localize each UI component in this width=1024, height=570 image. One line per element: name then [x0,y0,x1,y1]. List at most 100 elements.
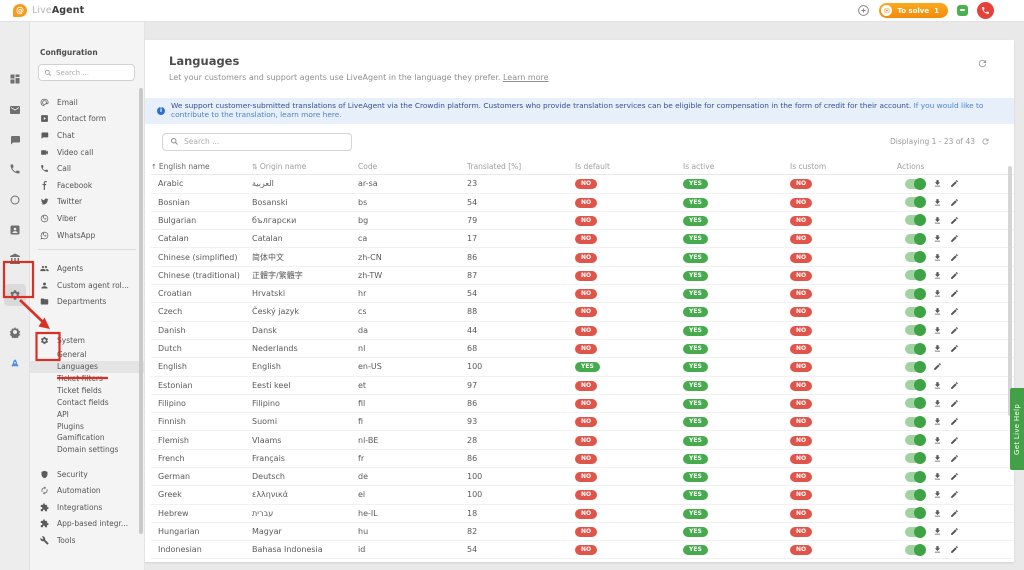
sidebar-item-contact-form[interactable]: Contact form [30,111,144,128]
rail-item-configuration[interactable] [4,284,26,306]
download-icon[interactable] [933,271,942,280]
edit-icon[interactable] [950,436,959,445]
edit-icon[interactable] [950,179,959,188]
edit-icon[interactable] [950,472,959,481]
rail-item-getting-started[interactable] [4,353,26,375]
sidebar-item-email[interactable]: Email [30,94,144,111]
active-toggle[interactable] [905,435,925,445]
edit-icon[interactable] [950,326,959,335]
edit-icon[interactable] [933,362,942,371]
column-header-is-active[interactable]: Is active [683,158,790,175]
active-toggle[interactable] [905,417,925,427]
download-icon[interactable] [933,417,942,426]
edit-icon[interactable] [950,344,959,353]
download-icon[interactable] [933,344,942,353]
sidebar-item-facebook[interactable]: Facebook [30,177,144,194]
active-toggle[interactable] [905,453,925,463]
sidebar-item-automation[interactable]: Automation [30,482,144,499]
sidebar-item-whatsapp[interactable]: WhatsApp [30,227,144,244]
active-toggle[interactable] [905,270,925,280]
sidebar-item-viber[interactable]: Viber [30,210,144,227]
download-icon[interactable] [933,307,942,316]
download-icon[interactable] [933,326,942,335]
column-header-code[interactable]: Code [358,158,467,175]
active-toggle[interactable] [905,234,925,244]
sidebar-subitem-domain-settings[interactable]: Domain settings [30,444,144,456]
column-header-is-default[interactable]: Is default [575,158,683,175]
rail-item-chats[interactable] [4,129,26,151]
column-header-actions[interactable]: Actions [897,158,1014,175]
column-header-english-name[interactable]: ↑English name [151,158,252,175]
edit-icon[interactable] [950,509,959,518]
active-toggle[interactable] [905,307,925,317]
table-search-input[interactable] [184,137,344,146]
rail-item-customers[interactable] [4,219,26,241]
sidebar-item-video-call[interactable]: Video call [30,144,144,161]
sidebar-subitem-general[interactable]: General [30,349,144,361]
rail-item-reports[interactable] [4,189,26,211]
sidebar-item-twitter[interactable]: Twitter [30,194,144,211]
sidebar-item-chat[interactable]: Chat [30,127,144,144]
active-toggle[interactable] [905,398,925,408]
rail-item-academy[interactable] [4,248,26,270]
download-icon[interactable] [933,527,942,536]
sidebar-subitem-languages[interactable]: Languages [30,361,144,373]
edit-icon[interactable] [950,417,959,426]
active-toggle[interactable] [905,325,925,335]
sidebar-item-tools[interactable]: Tools [30,532,144,549]
active-toggle[interactable] [905,362,925,372]
download-icon[interactable] [933,436,942,445]
sidebar-subitem-contact-fields[interactable]: Contact fields [30,396,144,408]
edit-icon[interactable] [950,253,959,262]
column-header-translated-[interactable]: Translated [%] [467,158,575,175]
active-toggle[interactable] [905,344,925,354]
sidebar-item-app-integrations[interactable]: App-based integr... [30,516,144,533]
edit-icon[interactable] [950,454,959,463]
edit-icon[interactable] [950,399,959,408]
edit-icon[interactable] [950,271,959,280]
download-icon[interactable] [933,289,942,298]
edit-icon[interactable] [950,198,959,207]
active-toggle[interactable] [905,252,925,262]
edit-icon[interactable] [950,490,959,499]
refresh-icon[interactable] [977,58,988,69]
rail-item-agent-settings[interactable] [4,321,26,343]
sidebar-subitem-plugins[interactable]: Plugins [30,420,144,432]
edit-icon[interactable] [950,545,959,554]
download-icon[interactable] [933,216,942,225]
column-header-is-custom[interactable]: Is custom [790,158,897,175]
config-search-input[interactable] [56,69,129,77]
add-new-icon[interactable] [857,4,870,17]
column-header-origin-name[interactable]: ⇅Origin name [252,158,358,175]
sidebar-item-system[interactable]: System [30,332,144,349]
active-toggle[interactable] [905,527,925,537]
download-icon[interactable] [933,198,942,207]
to-solve-button[interactable]: ✉ To solve 1 [879,3,948,18]
active-toggle[interactable] [905,490,925,500]
active-toggle[interactable] [905,215,925,225]
table-search-box[interactable] [162,133,352,151]
edit-icon[interactable] [950,289,959,298]
sidebar-subitem-ticket-filters[interactable]: Ticket filters [30,373,144,385]
download-icon[interactable] [933,472,942,481]
sidebar-item-call[interactable]: Call [30,160,144,177]
liveagent-logo[interactable]: @ LiveAgent [13,4,84,17]
active-toggle[interactable] [905,197,925,207]
sidebar-item-agents[interactable]: Agents [30,260,144,277]
sidebar-item-custom-agent-roles[interactable]: Custom agent rol... [30,277,144,294]
download-icon[interactable] [933,509,942,518]
active-toggle[interactable] [905,380,925,390]
sidebar-item-departments[interactable]: Departments [30,294,144,311]
rail-item-tickets[interactable] [4,99,26,121]
learn-more-link[interactable]: Learn more [503,73,549,82]
active-toggle[interactable] [905,545,925,555]
edit-icon[interactable] [950,216,959,225]
active-toggle[interactable] [905,508,925,518]
active-toggle[interactable] [905,179,925,189]
download-icon[interactable] [933,399,942,408]
sidebar-item-security[interactable]: Security [30,466,144,483]
rail-item-dashboard[interactable] [4,68,26,90]
edit-icon[interactable] [950,234,959,243]
download-icon[interactable] [933,234,942,243]
sidebar-subitem-gamification[interactable]: Gamification [30,432,144,444]
